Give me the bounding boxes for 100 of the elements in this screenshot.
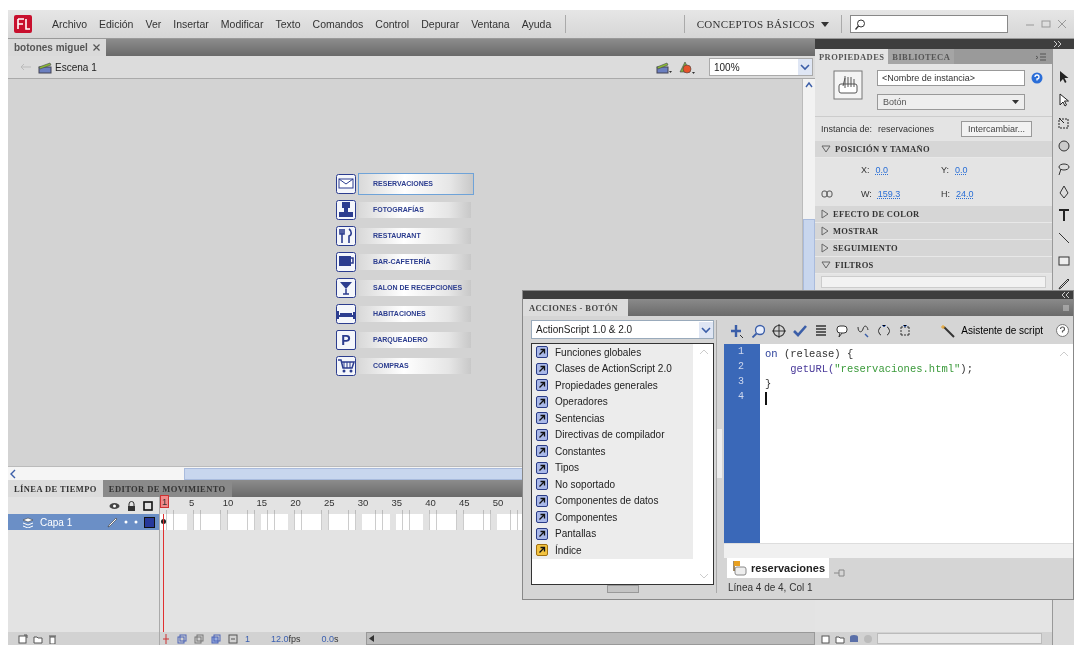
language-dropdown[interactable]: ActionScript 1.0 & 2.0 — [531, 320, 714, 339]
center-frame-icon[interactable] — [162, 633, 170, 644]
resize-handle[interactable] — [606, 585, 639, 593]
toolbox-item[interactable]: Índice — [555, 544, 582, 556]
field-value[interactable]: 0.0 — [875, 165, 889, 175]
swap-button[interactable]: Intercambiar... — [960, 121, 1032, 137]
sphere-icon[interactable] — [1055, 138, 1072, 154]
section-header[interactable]: POSICIÓN Y TAMAÑO — [815, 141, 1052, 158]
dot-icon[interactable] — [124, 520, 128, 524]
menu-item[interactable]: Depurar — [415, 18, 466, 30]
app-logo-icon[interactable] — [14, 15, 32, 33]
code-editor[interactable]: on (release) { getURL("reservaciones.html"); } — [760, 344, 1073, 544]
book-icon[interactable] — [536, 494, 548, 507]
align-lines-icon[interactable] — [814, 323, 828, 338]
markers-icon[interactable] — [228, 633, 238, 644]
brackets-icon[interactable] — [877, 323, 891, 338]
menu-item[interactable]: Archivo — [46, 18, 93, 30]
toolbox-item[interactable]: Tipos — [555, 462, 580, 474]
zoom-dropdown[interactable]: 100% — [709, 58, 813, 76]
pencil-icon[interactable] — [1055, 276, 1072, 292]
field-value[interactable]: 24.0 — [956, 189, 974, 199]
shapes-icon[interactable] — [678, 59, 695, 75]
section-header[interactable]: SEGUIMIENTO — [815, 240, 1052, 257]
book-icon[interactable] — [536, 428, 548, 441]
document-tab-label[interactable]: botones miguel — [14, 42, 88, 53]
edit-frames-icon[interactable] — [211, 633, 221, 644]
panel-tab[interactable]: LÍNEA DE TIEMPO — [8, 480, 103, 497]
crosshair-icon[interactable] — [772, 323, 786, 338]
index-book-icon[interactable] — [536, 544, 548, 557]
collapse-icon[interactable] — [1061, 292, 1069, 298]
transform-icon[interactable] — [1055, 115, 1072, 131]
lasso-icon[interactable] — [1055, 161, 1072, 177]
clapperboard-icon[interactable] — [656, 60, 672, 74]
section-header[interactable]: EFECTO DE COLOR — [815, 206, 1052, 223]
new-layer-icon[interactable] — [18, 633, 28, 644]
menu-item[interactable]: Modificar — [214, 18, 270, 30]
rectangle-tool-icon[interactable] — [1055, 253, 1072, 269]
section-header[interactable]: MOSTRAR — [815, 223, 1052, 240]
onion-skin-icon[interactable] — [177, 633, 187, 644]
panel-tab[interactable]: EDITOR DE MOVIMIENTO — [102, 480, 232, 497]
menu-item[interactable]: Texto — [269, 18, 307, 30]
arrow-left-icon[interactable] — [366, 634, 377, 643]
workspace-switcher[interactable]: CONCEPTOS BÁSICOS — [692, 16, 833, 32]
chevron-left-icon[interactable] — [8, 467, 18, 480]
book-icon[interactable] — [536, 461, 548, 474]
book-icon[interactable] — [536, 362, 548, 375]
eye-icon[interactable] — [109, 501, 120, 510]
script-tab[interactable]: reservaciones — [727, 558, 829, 578]
code-token: (release) { — [782, 347, 854, 360]
field-value[interactable]: 0.0 — [955, 165, 968, 175]
expand-icon[interactable] — [1054, 41, 1062, 47]
book-icon[interactable] — [536, 527, 548, 540]
brackets-icon[interactable] — [898, 323, 912, 338]
book-icon[interactable] — [536, 412, 548, 425]
book-icon[interactable] — [536, 445, 548, 458]
frame-rate[interactable]: 12.0 — [271, 633, 289, 644]
panel-tab[interactable]: PROPIEDADES — [815, 49, 889, 64]
help-icon[interactable] — [1056, 324, 1069, 338]
book-icon[interactable] — [536, 511, 548, 524]
lock-icon[interactable] — [127, 500, 136, 511]
symbol-type-dropdown[interactable]: Botón — [877, 94, 1025, 110]
search-field[interactable] — [850, 15, 1008, 33]
menu-item[interactable]: Ventana — [465, 18, 516, 30]
section-header[interactable]: FILTROS — [815, 257, 1052, 274]
chain-link-icon[interactable] — [821, 190, 833, 198]
speech-bubble-icon[interactable] — [835, 323, 849, 338]
dot-icon[interactable] — [134, 520, 138, 524]
book-icon[interactable] — [536, 478, 548, 491]
new-folder-icon[interactable] — [835, 633, 845, 644]
help-icon[interactable] — [1031, 72, 1043, 84]
checkmark-icon[interactable] — [793, 323, 807, 338]
outline-color-swatch[interactable] — [144, 516, 155, 528]
trash-icon[interactable] — [48, 633, 57, 644]
menu-item[interactable]: Edición — [93, 18, 140, 30]
book-icon[interactable] — [536, 379, 548, 392]
book-icon[interactable] — [536, 395, 548, 408]
scene-name[interactable]: Escena 1 — [55, 61, 97, 73]
horizontal-scrollbar[interactable] — [877, 633, 1042, 644]
instance-name-field[interactable]: <Nombre de instancia> — [877, 70, 1025, 86]
panel-tab[interactable]: ACCIONES - BOTÓN — [523, 299, 629, 316]
pencil-icon[interactable] — [107, 516, 118, 528]
book-icon[interactable] — [536, 346, 548, 359]
field-label: X: — [861, 165, 870, 175]
menu-item[interactable]: Control — [369, 18, 416, 30]
field-value[interactable]: 159.3 — [877, 189, 901, 199]
search-icon[interactable] — [751, 323, 765, 338]
script-assist-button[interactable]: Asistente de script — [941, 323, 1043, 338]
folder-icon[interactable] — [33, 633, 43, 644]
toolbox-item[interactable]: Pantallas — [555, 528, 597, 540]
menu-item[interactable]: Comandos — [306, 18, 370, 30]
close-icon[interactable] — [92, 44, 100, 51]
horizontal-scrollbar[interactable] — [365, 632, 815, 645]
menu-item[interactable]: Insertar — [167, 18, 215, 30]
document-tab[interactable]: botones miguel — [8, 39, 106, 56]
new-symbol-icon[interactable] — [821, 633, 831, 644]
menu-item[interactable]: Ver — [139, 18, 168, 30]
menu-item[interactable]: Ayuda — [515, 18, 558, 30]
outline-square-icon[interactable] — [143, 500, 153, 511]
add-icon[interactable] — [730, 323, 744, 338]
database-icon[interactable] — [849, 633, 859, 644]
